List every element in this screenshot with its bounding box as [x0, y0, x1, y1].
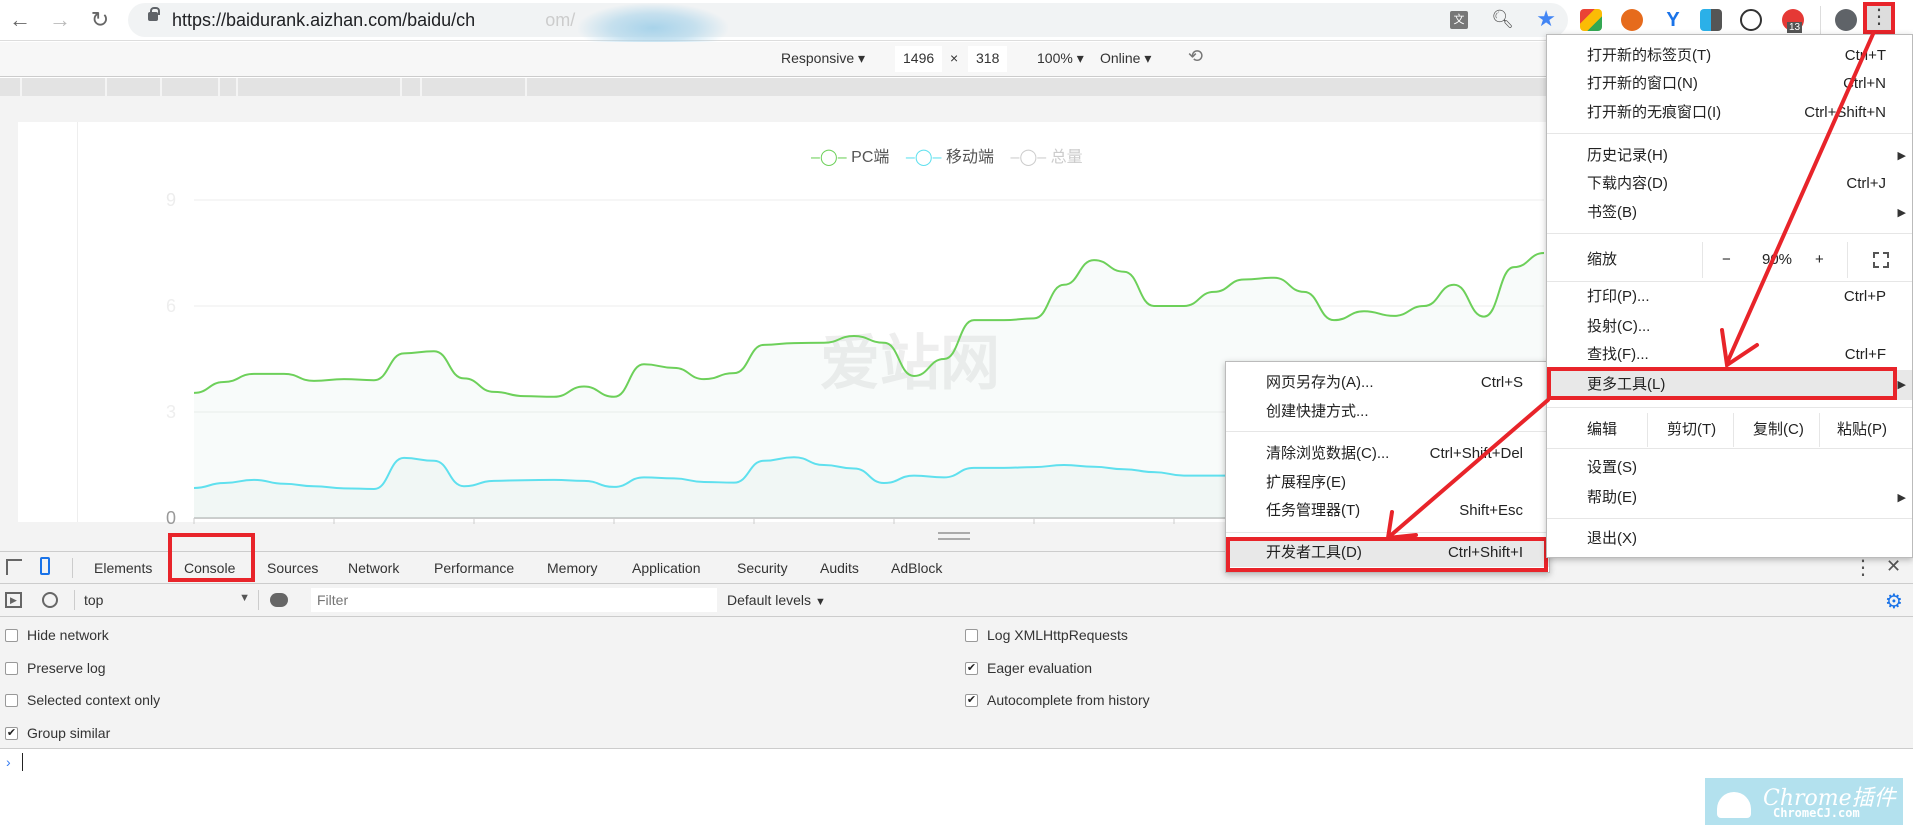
- extension-icon[interactable]: [1740, 9, 1762, 31]
- tab-network[interactable]: Network: [348, 560, 399, 576]
- menu-item-clear-data[interactable]: 清除浏览数据(C)... Ctrl+Shift+Del: [1226, 440, 1549, 468]
- menu-item-incognito[interactable]: 打开新的无痕窗口(I) Ctrl+Shift+N: [1547, 99, 1912, 127]
- divider: [77, 122, 78, 522]
- menu-item-create-shortcut[interactable]: 创建快捷方式...: [1226, 398, 1549, 426]
- menu-edit-row: 编辑 剪切(T) 复制(C) 粘贴(P): [1547, 413, 1912, 447]
- zoom-dropdown[interactable]: 100% ▾: [1037, 50, 1084, 67]
- profile-icon[interactable]: [1835, 9, 1857, 31]
- extension-icon[interactable]: Y: [1662, 9, 1684, 31]
- tab-sources[interactable]: Sources: [267, 560, 318, 576]
- submenu-arrow-icon: ▶: [1897, 150, 1906, 162]
- url-text: https://baidurank.aizhan.com/baidu/ch om/: [172, 10, 576, 30]
- submenu-arrow-icon: ▶: [1897, 379, 1906, 391]
- tab-audits[interactable]: Audits: [820, 560, 859, 576]
- chrome-main-menu: 打开新的标签页(T) Ctrl+T 打开新的窗口(N) Ctrl+N 打开新的无痕窗…: [1546, 34, 1913, 558]
- legend-item-total[interactable]: –◯– 总量: [1010, 149, 1082, 166]
- eye-icon[interactable]: [270, 593, 288, 607]
- menu-item-cast[interactable]: 投射(C)...: [1547, 313, 1912, 341]
- divider: [1820, 6, 1821, 34]
- tab-elements[interactable]: Elements: [94, 560, 152, 576]
- site-watermark-logo: Chrome插件 ChromeCJ.com: [1705, 778, 1903, 825]
- rotate-icon[interactable]: ⟲: [1188, 46, 1203, 67]
- reload-icon[interactable]: ↻: [86, 6, 114, 34]
- console-input[interactable]: [22, 753, 23, 771]
- sidebar-toggle-icon[interactable]: ▶: [5, 592, 22, 608]
- zoom-icon[interactable]: 🔍︎: [1491, 9, 1514, 30]
- inspect-icon[interactable]: [6, 559, 22, 575]
- tab-application[interactable]: Application: [632, 560, 701, 576]
- menu-item-find[interactable]: 查找(F)... Ctrl+F: [1547, 341, 1912, 369]
- console-toolbar: ▶ top▼ Default levels ▼ ⚙: [0, 584, 1913, 617]
- chart-watermark: 爱站网: [820, 330, 1000, 397]
- menu-item-print[interactable]: 打印(P)... Ctrl+P: [1547, 283, 1912, 311]
- tab-adblock[interactable]: AdBlock: [891, 560, 942, 576]
- zoom-value: 90%: [1762, 251, 1793, 268]
- chart-legend: –◯– PC端 –◯– 移动端 –◯– 总量: [811, 143, 1083, 167]
- zoom-in-button[interactable]: +: [1815, 242, 1824, 278]
- menu-item-history[interactable]: 历史记录(H) ▶: [1547, 142, 1912, 170]
- annotation-box: [168, 533, 255, 582]
- extension-icon[interactable]: [1700, 9, 1722, 31]
- annotation-box: [1863, 2, 1895, 34]
- fullscreen-icon[interactable]: [1873, 252, 1889, 268]
- zoom-out-button[interactable]: −: [1722, 242, 1731, 278]
- paste-button[interactable]: 粘贴(P): [1837, 413, 1887, 447]
- address-bar[interactable]: https://baidurank.aizhan.com/baidu/ch om/…: [128, 3, 1568, 53]
- forward-icon[interactable]: →: [46, 6, 74, 34]
- resize-handle[interactable]: [938, 532, 970, 540]
- levels-dropdown[interactable]: Default levels ▼: [727, 592, 826, 608]
- annotation-box: [1547, 367, 1897, 400]
- cut-button[interactable]: 剪切(T): [1667, 413, 1716, 447]
- translate-icon[interactable]: 文: [1450, 11, 1468, 29]
- close-icon[interactable]: ✕: [1886, 556, 1901, 577]
- back-icon[interactable]: ←: [6, 6, 34, 34]
- star-icon[interactable]: ★: [1536, 6, 1556, 32]
- menu-item-help[interactable]: 帮助(E) ▶: [1547, 484, 1912, 512]
- tab-memory[interactable]: Memory: [547, 560, 598, 576]
- menu-item-bookmarks[interactable]: 书签(B) ▶: [1547, 199, 1912, 227]
- menu-item-new-window[interactable]: 打开新的窗口(N) Ctrl+N: [1547, 70, 1912, 98]
- times-sign: ×: [950, 50, 959, 66]
- menu-item-new-tab[interactable]: 打开新的标签页(T) Ctrl+T: [1547, 42, 1912, 70]
- devtools-menu-icon[interactable]: ⋮: [1853, 555, 1873, 580]
- clear-console-icon[interactable]: [42, 592, 58, 608]
- network-dropdown[interactable]: Online ▾: [1100, 50, 1151, 67]
- extension-badge: 13: [1787, 22, 1803, 33]
- extension-icon[interactable]: [1580, 9, 1602, 31]
- height-input[interactable]: 318: [968, 46, 1008, 72]
- tab-security[interactable]: Security: [737, 560, 788, 576]
- width-input[interactable]: 1496: [895, 46, 943, 72]
- annotation-box: [1226, 537, 1548, 572]
- menu-item-task-manager[interactable]: 任务管理器(T) Shift+Esc: [1226, 497, 1549, 525]
- tab-performance[interactable]: Performance: [434, 560, 514, 576]
- snail-icon: [1717, 792, 1751, 818]
- gear-icon[interactable]: ⚙: [1885, 589, 1903, 614]
- menu-item-extensions[interactable]: 扩展程序(E): [1226, 469, 1549, 497]
- legend-item-pc[interactable]: –◯– PC端: [811, 149, 889, 166]
- console-settings: Hide network Preserve log Selected conte…: [0, 617, 1913, 749]
- filter-input[interactable]: [311, 588, 717, 612]
- submenu-arrow-icon: ▶: [1897, 207, 1906, 219]
- menu-item-settings[interactable]: 设置(S): [1547, 454, 1912, 482]
- device-toggle-icon[interactable]: [40, 557, 50, 575]
- submenu-arrow-icon: ▶: [1897, 492, 1906, 504]
- lock-icon: [148, 7, 160, 21]
- legend-item-mobile[interactable]: –◯– 移动端: [906, 149, 994, 166]
- responsive-dropdown[interactable]: Responsive ▾: [781, 50, 865, 67]
- menu-item-save-as[interactable]: 网页另存为(A)... Ctrl+S: [1226, 369, 1549, 397]
- menu-zoom-row: 缩放 − 90% +: [1547, 242, 1912, 278]
- menu-item-exit[interactable]: 退出(X): [1547, 525, 1912, 553]
- context-selector[interactable]: top ▼: [84, 592, 250, 608]
- console-prompt-icon: ›: [6, 754, 11, 770]
- extension-icon[interactable]: [1621, 9, 1643, 31]
- copy-button[interactable]: 复制(C): [1753, 413, 1804, 447]
- menu-item-downloads[interactable]: 下载内容(D) Ctrl+J: [1547, 170, 1912, 198]
